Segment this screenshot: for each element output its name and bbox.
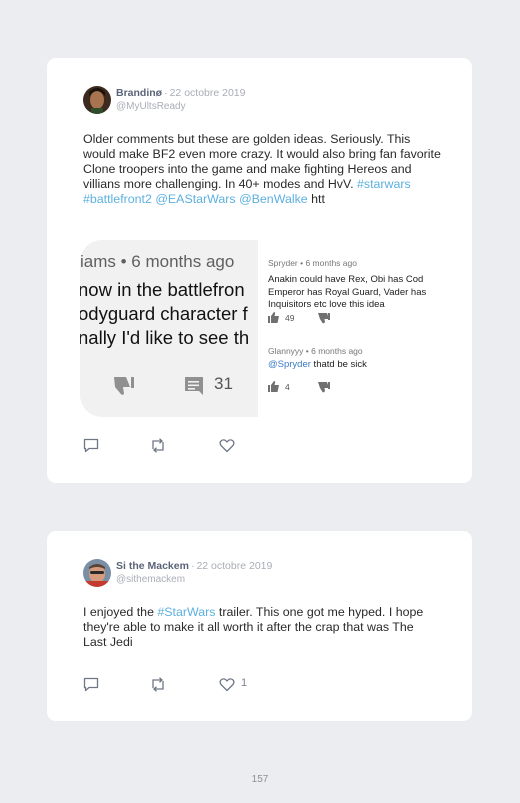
thumbs-down-icon [114, 377, 134, 395]
comment-icon [185, 377, 203, 395]
tweet-actions: 1 [83, 677, 283, 693]
youtube-comment-crop: iams • 6 months ago now in the battlefro… [80, 240, 258, 417]
embedded-screenshot: iams • 6 months ago now in the battlefro… [80, 240, 439, 417]
thumbs-down-icon [318, 312, 330, 323]
retweet-icon[interactable] [149, 438, 167, 453]
author-name[interactable]: Si the Mackem [116, 560, 189, 572]
tweet-header: Brandinø · 22 octobre 2019 @MyUltsReady [116, 87, 246, 112]
tweet-text: Older comments but these are golden idea… [83, 132, 443, 207]
like-count: 1 [241, 677, 248, 689]
tweet-date[interactable]: 22 octobre 2019 [170, 87, 246, 99]
thumbs-up-icon [268, 311, 279, 323]
tweet-text: I enjoyed the #StarWars trailer. This on… [83, 605, 428, 650]
retweet-icon[interactable] [149, 677, 167, 692]
author-handle[interactable]: @sithemackem [116, 574, 272, 585]
reply-line: Emperor has Royal Guard, Vader has [268, 286, 427, 298]
reply-text: thatd be sick [310, 358, 367, 370]
author-handle[interactable]: @MyUltsReady [116, 101, 246, 112]
comment-icon[interactable] [83, 438, 99, 453]
comment-line: nally I'd like to see th [80, 327, 250, 348]
comment-count: 31 [214, 374, 233, 393]
reply-line: Anakin could have Rex, Obi has Cod [268, 274, 424, 285]
reply-meta: Spryder • 6 months ago [268, 258, 357, 268]
hashtag-link[interactable]: @EAStarWars [155, 192, 235, 206]
like-count: 4 [285, 382, 290, 392]
separator: · [190, 560, 195, 572]
heart-icon[interactable] [219, 677, 235, 692]
reply-mention: @Spryder [268, 358, 311, 370]
reply-line: @Spryder thatd be sick [268, 359, 438, 372]
tweet-card: Si the Mackem · 22 octobre 2019 @sithemack… [47, 531, 472, 721]
author-name[interactable]: Brandinø [116, 87, 162, 99]
tweet-text-segment: I enjoyed the [83, 605, 158, 619]
youtube-replies-crop: Spryder • 6 months ago Anakin could have… [268, 258, 439, 393]
tweet-header: Si the Mackem · 22 octobre 2019 @sithemack… [116, 560, 272, 585]
avatar[interactable] [83, 559, 111, 587]
reply-line: Inquisitors etc love this idea [268, 299, 385, 310]
hashtag-link[interactable]: #starwars [357, 177, 411, 191]
tweet-date[interactable]: 22 octobre 2019 [196, 560, 272, 572]
tweet-card: Brandinø · 22 octobre 2019 @MyUltsReady Ol… [47, 58, 472, 483]
comment-line: now in the battlefron [80, 279, 245, 300]
hashtag-link[interactable]: @BenWalke [239, 192, 308, 206]
reply-meta: Glannyyy • 6 months ago [268, 345, 363, 356]
heart-icon[interactable] [219, 438, 235, 453]
thumbs-up-icon [268, 381, 279, 392]
hashtag-link[interactable]: #StarWars [157, 605, 215, 619]
comment-icon[interactable] [83, 677, 99, 692]
tweet-actions [83, 438, 283, 454]
comment-line: odyguard character f [80, 303, 248, 324]
like-count: 49 [285, 312, 295, 323]
separator: · [164, 87, 168, 99]
comment-meta: iams • 6 months ago [80, 252, 235, 271]
page-number: 157 [251, 774, 269, 785]
tweet-text-segment: htt [307, 192, 325, 206]
avatar[interactable] [83, 86, 111, 114]
hashtag-link[interactable]: #battlefront2 [83, 192, 152, 206]
thumbs-down-icon [318, 382, 330, 393]
